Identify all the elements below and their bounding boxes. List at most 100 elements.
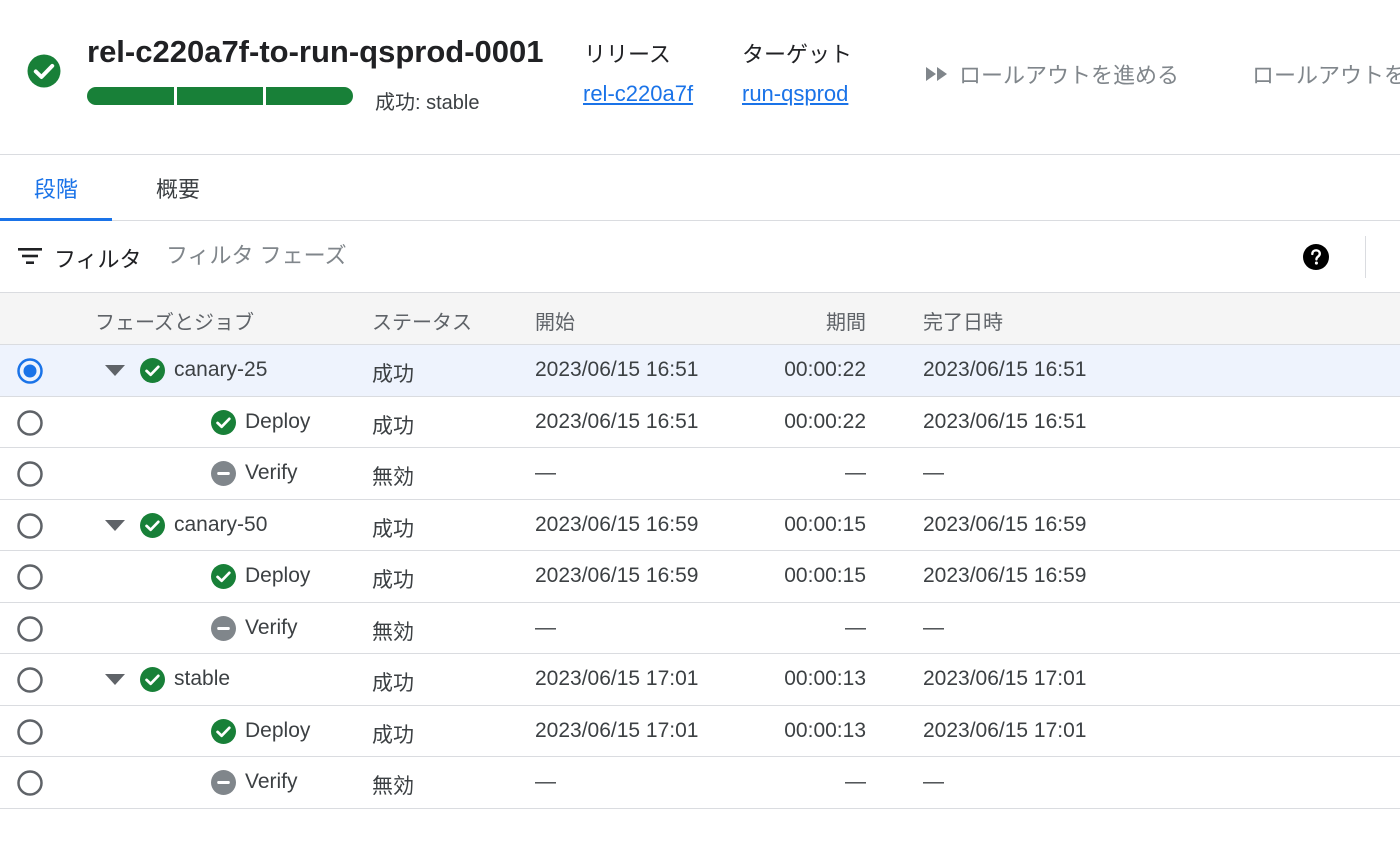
completed-cell: — xyxy=(923,770,944,793)
check-circle-icon xyxy=(211,718,236,744)
filter-input[interactable] xyxy=(166,237,566,275)
job-name[interactable]: Deploy xyxy=(245,564,310,588)
completed-cell: 2023/06/15 17:01 xyxy=(923,667,1087,690)
disabled-circle-icon xyxy=(211,770,236,795)
row-radio[interactable] xyxy=(17,770,43,796)
rollout-action-button[interactable]: ロールアウトを xyxy=(1252,58,1400,90)
help-icon[interactable] xyxy=(1303,244,1329,270)
start-cell: — xyxy=(535,615,556,639)
column-header-status[interactable]: ステータス xyxy=(372,306,472,335)
completed-cell: 2023/06/15 17:01 xyxy=(923,718,1087,742)
start-cell: 2023/06/15 16:59 xyxy=(535,564,699,587)
column-header-name[interactable]: フェーズとジョブ xyxy=(95,306,254,335)
status-cell: 無効 xyxy=(372,620,414,644)
start-cell: 2023/06/15 16:51 xyxy=(535,409,699,433)
column-header-duration[interactable]: 期間 xyxy=(826,306,866,335)
duration-cell: — xyxy=(845,461,866,484)
status-cell: 成功 xyxy=(372,723,414,747)
rollout-page: rel-c220a7f-to-run-qsprod-0001 成功: stabl… xyxy=(0,0,1400,865)
progress-segment xyxy=(266,87,354,105)
job-row[interactable]: Verify 無効 — — — xyxy=(0,448,1400,500)
status-cell: 成功 xyxy=(372,569,414,592)
progress-segment xyxy=(87,87,174,105)
column-header-completed[interactable]: 完了日時 xyxy=(923,306,1003,335)
advance-rollout-button[interactable]: ロールアウトを進める xyxy=(925,58,1179,90)
table-header: フェーズとジョブ ステータス 開始 期間 完了日時 xyxy=(0,293,1400,345)
chevron-down-icon[interactable] xyxy=(105,674,125,686)
row-radio[interactable] xyxy=(17,667,43,693)
duration-cell: 00:00:15 xyxy=(784,512,866,536)
filter-icon[interactable] xyxy=(18,246,42,266)
target-link[interactable]: run-qsprod xyxy=(742,81,848,107)
table-body: canary-25 成功 2023/06/15 16:51 00:00:22 2023/… xyxy=(0,345,1400,809)
phase-row[interactable]: canary-50 成功 2023/06/15 16:59 00:00:15 2023/… xyxy=(0,500,1400,551)
start-cell: 2023/06/15 17:01 xyxy=(535,667,699,690)
row-radio[interactable] xyxy=(17,615,43,642)
row-radio[interactable] xyxy=(17,409,43,436)
column-header-start[interactable]: 開始 xyxy=(535,306,575,335)
toolbar-divider xyxy=(1365,236,1366,278)
check-circle-icon xyxy=(27,54,61,88)
chevron-down-icon[interactable] xyxy=(105,519,125,532)
row-radio[interactable] xyxy=(17,358,43,384)
status-cell: 成功 xyxy=(372,414,414,438)
status-cell: 成功 xyxy=(372,672,414,695)
disabled-circle-icon xyxy=(211,461,236,486)
job-row[interactable]: Deploy 成功 2023/06/15 16:59 00:00:15 2023/06/… xyxy=(0,551,1400,603)
row-radio[interactable] xyxy=(17,564,43,590)
job-name[interactable]: Verify xyxy=(245,461,298,485)
start-cell: — xyxy=(535,461,556,484)
rollout-title: rel-c220a7f-to-run-qsprod-0001 xyxy=(87,34,544,69)
row-radio[interactable] xyxy=(17,718,43,745)
check-circle-icon xyxy=(211,409,236,435)
job-name[interactable]: Verify xyxy=(245,616,298,640)
release-link[interactable]: rel-c220a7f xyxy=(583,81,693,107)
phase-name[interactable]: canary-25 xyxy=(174,358,267,382)
filter-label: フィルタ xyxy=(54,247,142,272)
completed-cell: — xyxy=(923,461,944,484)
phase-name[interactable]: stable xyxy=(174,667,230,691)
duration-cell: 00:00:15 xyxy=(784,564,866,587)
rollout-progress-bar xyxy=(87,87,354,105)
duration-cell: 00:00:13 xyxy=(784,718,866,742)
status-cell: 無効 xyxy=(372,466,414,489)
rollout-status-text: 成功: stable xyxy=(375,92,480,114)
check-circle-icon xyxy=(140,667,165,692)
completed-cell: 2023/06/15 16:51 xyxy=(923,409,1087,433)
job-row[interactable]: Deploy 成功 2023/06/15 16:51 00:00:22 2023/06/… xyxy=(0,397,1400,448)
row-radio[interactable] xyxy=(17,461,43,487)
disabled-circle-icon xyxy=(211,615,236,641)
phase-row[interactable]: stable 成功 2023/06/15 17:01 00:00:13 2023/06/… xyxy=(0,654,1400,706)
tab-summary[interactable]: 概要 xyxy=(122,155,234,220)
start-cell: 2023/06/15 16:59 xyxy=(535,512,699,536)
status-cell: 成功 xyxy=(372,517,414,541)
phases-table: フェーズとジョブ ステータス 開始 期間 完了日時 canary-25 成功 202… xyxy=(0,293,1400,809)
target-label: ターゲット xyxy=(742,42,853,67)
job-name[interactable]: Deploy xyxy=(245,719,310,743)
phase-name[interactable]: canary-50 xyxy=(174,513,267,537)
status-cell: 無効 xyxy=(372,775,414,798)
advance-rollout-label: ロールアウトを進める xyxy=(959,63,1180,88)
job-row[interactable]: Verify 無効 — — — xyxy=(0,603,1400,654)
tab-phases[interactable]: 段階 xyxy=(0,155,112,221)
rollout-action-label: ロールアウトを xyxy=(1252,63,1400,88)
rollout-header: rel-c220a7f-to-run-qsprod-0001 成功: stabl… xyxy=(0,0,1400,155)
chevron-down-icon[interactable] xyxy=(105,365,125,377)
job-name[interactable]: Deploy xyxy=(245,410,310,434)
start-cell: — xyxy=(535,770,556,793)
completed-cell: — xyxy=(923,615,944,639)
completed-cell: 2023/06/15 16:59 xyxy=(923,564,1087,587)
duration-cell: — xyxy=(845,770,866,793)
row-radio[interactable] xyxy=(17,512,43,539)
job-name[interactable]: Verify xyxy=(245,770,298,794)
check-circle-icon xyxy=(140,358,165,383)
release-label: リリース xyxy=(584,42,671,67)
job-row[interactable]: Verify 無効 — — — xyxy=(0,757,1400,809)
completed-cell: 2023/06/15 16:51 xyxy=(923,358,1087,381)
check-circle-icon xyxy=(140,512,165,538)
completed-cell: 2023/06/15 16:59 xyxy=(923,512,1087,536)
start-cell: 2023/06/15 16:51 xyxy=(535,358,699,381)
duration-cell: — xyxy=(845,615,866,639)
phase-row[interactable]: canary-25 成功 2023/06/15 16:51 00:00:22 2023/… xyxy=(0,345,1400,397)
job-row[interactable]: Deploy 成功 2023/06/15 17:01 00:00:13 2023/06/… xyxy=(0,706,1400,757)
